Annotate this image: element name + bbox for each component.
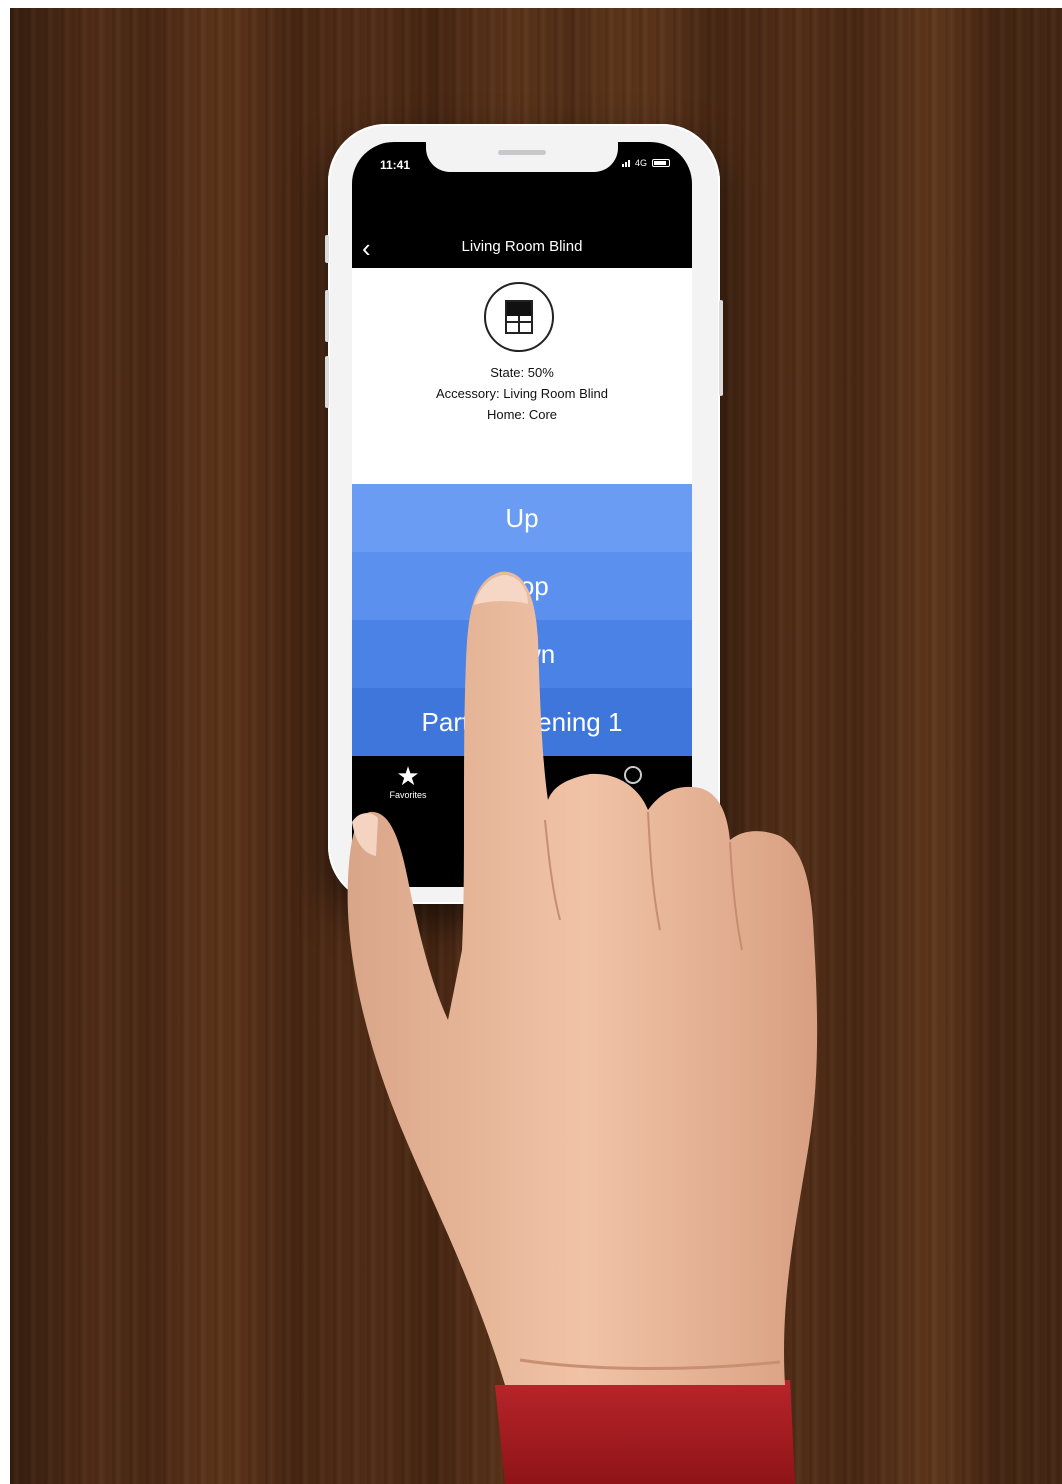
tab-favorites-label: Favorites	[389, 790, 427, 800]
nav-bar: ‹ Living Room Blind	[352, 228, 692, 268]
accessory-home: Home: Core	[486, 407, 558, 422]
speaker-grille	[498, 150, 546, 155]
stop-button[interactable]: Stop	[352, 552, 692, 620]
window-blind-icon	[484, 282, 554, 352]
accessory-state: State: 50%	[490, 365, 554, 380]
phone-notch	[426, 142, 618, 172]
phone-side-button	[325, 290, 329, 342]
page-title: Living Room Blind	[461, 238, 583, 255]
accessory-name: Accessory: Living Room Blind	[436, 386, 608, 401]
phone-side-button	[325, 356, 329, 408]
action-list: Up Stop Down Partial Opening 1	[352, 484, 692, 756]
battery-icon	[652, 159, 670, 167]
tab-favorites[interactable]: ★ Favorites	[380, 762, 436, 800]
status-indicators: 4G	[621, 158, 670, 168]
phone-side-button	[325, 235, 329, 263]
accessory-details: State: 50% Accessory: Living Room Blind …	[352, 362, 692, 425]
partial-opening-button[interactable]: Partial Opening 1	[352, 688, 692, 756]
tab-icon[interactable]	[624, 766, 642, 784]
star-icon: ★	[396, 761, 420, 791]
down-button-label: Down	[488, 638, 556, 669]
partial-opening-label: Partial Opening 1	[421, 706, 623, 737]
phone-side-button	[719, 300, 723, 396]
up-button-label: Up	[505, 502, 539, 533]
stop-button-label: Stop	[495, 570, 549, 601]
accessory-info: State: 50% Accessory: Living Room Blind …	[352, 268, 692, 484]
signal-icon	[621, 159, 630, 167]
status-time: 11:41	[380, 158, 411, 172]
tab-bar: ★ Favorites	[352, 756, 692, 887]
network-label: 4G	[634, 158, 647, 168]
phone-screen: 11:41 4G ‹ Living Room Blind State: 50% …	[352, 142, 692, 887]
down-button[interactable]: Down	[352, 620, 692, 688]
up-button[interactable]: Up	[352, 484, 692, 552]
